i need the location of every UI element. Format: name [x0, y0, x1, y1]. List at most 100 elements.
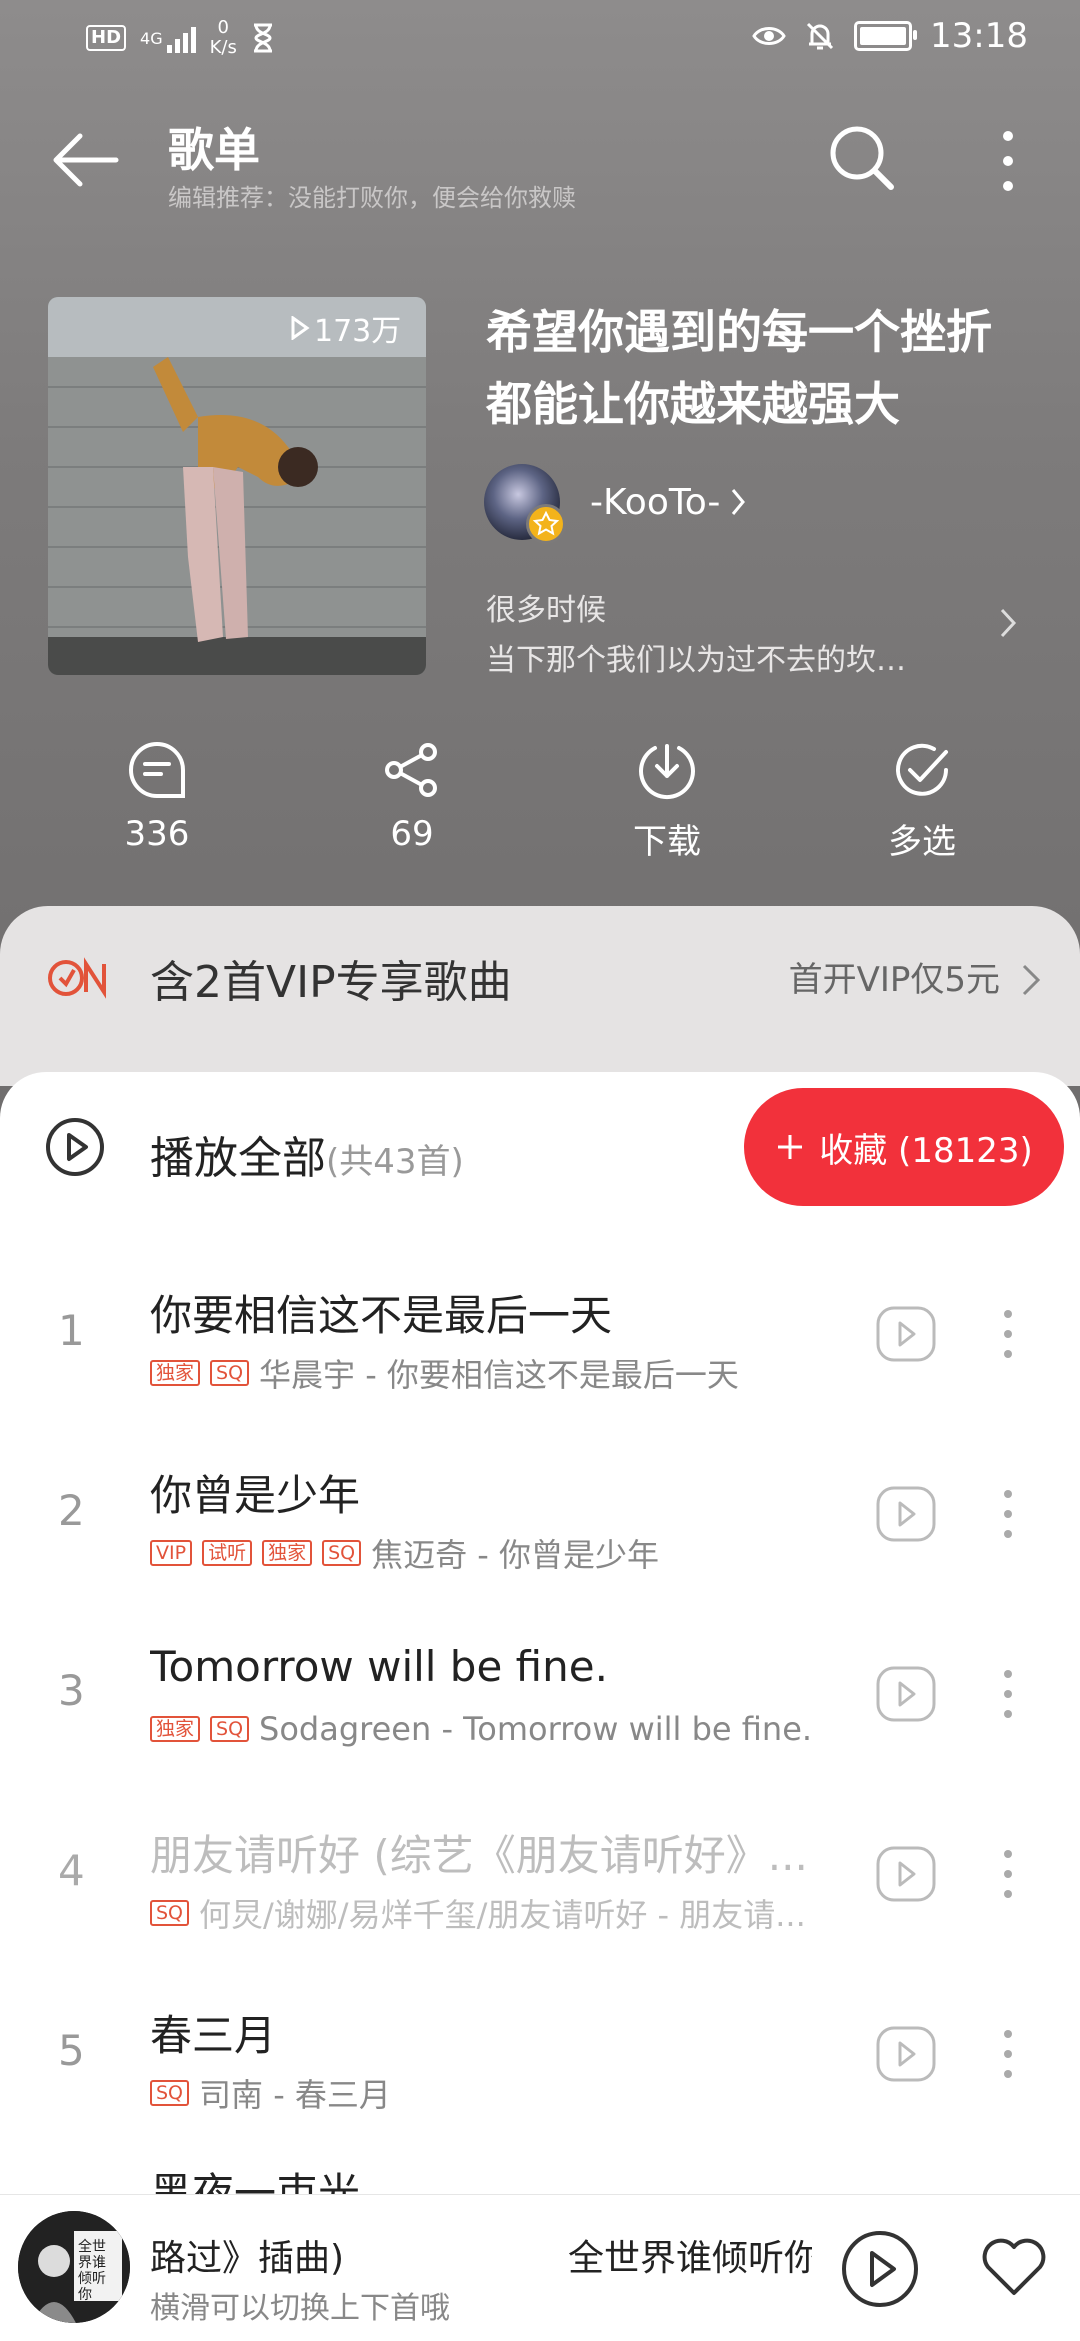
- mini-player-song-right: 全世界谁倾听你: [568, 2238, 812, 2279]
- multiselect-icon: [896, 743, 948, 796]
- exclusive-tag: 独家: [150, 1360, 201, 1386]
- heart-icon[interactable]: [978, 2231, 1050, 2303]
- star-badge-icon: [526, 504, 566, 544]
- song-artist: 焦迈奇 - 你曾是少年: [371, 1536, 660, 1574]
- page-title: 歌单: [168, 123, 260, 177]
- download-label: 下载: [633, 822, 701, 862]
- song-row[interactable]: 4 朋友请听好 (综艺《朋友请听好》... SQ 何炅/谢娜/易烊千玺/朋友请听…: [0, 1802, 1080, 1982]
- status-left: HD 4G 0 K/s: [86, 18, 275, 58]
- description-chevron-icon[interactable]: [996, 598, 1020, 648]
- mini-player-hint: 横滑可以切换上下首哦: [150, 2291, 450, 2326]
- signal-icon: [166, 23, 196, 53]
- song-row[interactable]: 5 春三月 SQ 司南 - 春三月: [0, 1982, 1080, 2162]
- mini-player-song-left: 路过》插曲): [150, 2238, 345, 2279]
- more-vertical-icon[interactable]: [998, 2026, 1018, 2082]
- net-speed: 0 K/s: [210, 18, 237, 58]
- chevron-right-icon: [732, 489, 746, 515]
- song-artist: 司南 - 春三月: [199, 2076, 391, 2114]
- search-icon[interactable]: [826, 122, 898, 194]
- song-title: Tomorrow will be fine.: [150, 1642, 608, 1691]
- exclusive-tag: 独家: [150, 1716, 201, 1742]
- song-artist: Sodagreen - Tomorrow will be fine.: [259, 1710, 813, 1748]
- song-row[interactable]: 1 你要相信这不是最后一天 独家 SQ 华晨宇 - 你要相信这不是最后一天: [0, 1262, 1080, 1442]
- play-count-icon: [291, 316, 310, 340]
- song-title: 朋友请听好 (综艺《朋友请听好》...: [150, 1831, 808, 1880]
- creator[interactable]: -KooTo-: [484, 464, 746, 544]
- comment-icon: [129, 741, 185, 798]
- status-right: 13:18: [752, 16, 1028, 56]
- sq-tag: SQ: [322, 1540, 362, 1566]
- more-vertical-icon[interactable]: [996, 126, 1020, 196]
- share-count: 69: [390, 814, 434, 854]
- vip-banner[interactable]: 含2首VIP专享歌曲 首开VIP仅5元: [0, 906, 1080, 1086]
- song-meta: 独家 SQ Sodagreen - Tomorrow will be fine.: [150, 1710, 840, 1748]
- share-icon: [385, 743, 437, 797]
- mute-bell-icon: [806, 22, 834, 50]
- playlist-cover[interactable]: [48, 297, 426, 675]
- avatar[interactable]: [484, 464, 566, 544]
- song-number: 3: [58, 1666, 85, 1715]
- more-vertical-icon[interactable]: [998, 1486, 1018, 1542]
- song-title: 你曾是少年: [150, 1471, 361, 1520]
- mini-player[interactable]: 全世界谁倾听你 路过》插曲) 全世界谁倾听你 横滑可以切换上下首哦: [0, 2194, 1080, 2341]
- sq-tag: SQ: [150, 1900, 190, 1926]
- song-meta: SQ 何炅/谢娜/易烊千玺/朋友请听好 - 朋友请...: [150, 1890, 840, 1936]
- clock: 13:18: [930, 16, 1028, 56]
- mini-player-cover[interactable]: 全世界谁倾听你: [18, 2211, 130, 2323]
- creator-name[interactable]: -KooTo-: [590, 482, 720, 523]
- hd-badge: HD: [86, 25, 127, 51]
- download-button[interactable]: 下载: [567, 740, 767, 863]
- more-vertical-icon[interactable]: [998, 1666, 1018, 1722]
- vip-text: 含2首VIP专享歌曲: [150, 957, 512, 1008]
- song-list-panel: 播放全部(共43首) 收藏 (18123) 1 你要相信这不是最后一天 独家 S…: [0, 1072, 1080, 2340]
- net-speed-value: 0: [217, 17, 229, 38]
- multiselect-button[interactable]: 多选: [822, 740, 1022, 863]
- play-all-label[interactable]: 播放全部(共43首): [150, 1122, 464, 1186]
- song-number: 5: [58, 2026, 85, 2075]
- collect-button[interactable]: 收藏 (18123): [744, 1088, 1064, 1206]
- play-icon[interactable]: [840, 2229, 920, 2309]
- eye-icon: [752, 27, 786, 45]
- play-circle-icon[interactable]: [44, 1116, 106, 1178]
- action-bar: 336 69 下载 多选: [0, 740, 1080, 870]
- song-meta: VIP 试听 独家 SQ 焦迈奇 - 你曾是少年: [150, 1530, 840, 1576]
- song-number: 2: [58, 1486, 85, 1535]
- play-video-icon[interactable]: [876, 1486, 936, 1542]
- song-number: 1: [58, 1306, 85, 1355]
- description-line-2: 当下那个我们以为过不去的坎…: [486, 643, 906, 678]
- play-video-icon[interactable]: [876, 1666, 936, 1722]
- song-artist: 何炅/谢娜/易烊千玺/朋友请听好 - 朋友请...: [199, 1896, 806, 1934]
- page-subtitle: 编辑推荐：没能打败你，便会给你救赎: [168, 184, 576, 212]
- sq-tag: SQ: [150, 2080, 190, 2106]
- network-label: 4G: [140, 28, 163, 48]
- multiselect-label: 多选: [888, 822, 956, 862]
- song-row[interactable]: 3 Tomorrow will be fine. 独家 SQ Sodagreen…: [0, 1622, 1080, 1802]
- song-meta: SQ 司南 - 春三月: [150, 2070, 840, 2116]
- playlist-description[interactable]: 很多时候 当下那个我们以为过不去的坎…: [486, 586, 906, 686]
- battery-icon: [854, 21, 918, 51]
- play-all-row[interactable]: 播放全部(共43首) 收藏 (18123): [0, 1072, 1080, 1222]
- more-vertical-icon[interactable]: [998, 1846, 1018, 1902]
- vip-offer-link[interactable]: 首开VIP仅5元: [789, 952, 1000, 1001]
- play-count-value: 173万: [314, 314, 402, 349]
- back-arrow-icon[interactable]: [50, 130, 120, 190]
- plus-icon: [778, 1135, 803, 1159]
- mini-cover-text: 全世界谁倾听你: [78, 2239, 106, 2303]
- song-row[interactable]: 2 你曾是少年 VIP 试听 独家 SQ 焦迈奇 - 你曾是少年: [0, 1442, 1080, 1622]
- comment-button[interactable]: 336: [57, 740, 257, 854]
- comment-count: 336: [124, 814, 190, 854]
- song-artist: 华晨宇 - 你要相信这不是最后一天: [259, 1356, 739, 1394]
- status-bar: HD 4G 0 K/s 13:18: [0, 0, 1080, 80]
- play-video-icon[interactable]: [876, 2026, 936, 2082]
- exclusive-tag: 独家: [262, 1540, 313, 1566]
- play-all-text: 播放全部: [150, 1133, 326, 1184]
- more-vertical-icon[interactable]: [998, 1306, 1018, 1362]
- share-button[interactable]: 69: [312, 740, 512, 854]
- play-video-icon[interactable]: [876, 1306, 936, 1362]
- title-bar: 歌单 编辑推荐：没能打败你，便会给你救赎: [0, 100, 1080, 220]
- playlist-title: 希望你遇到的每一个挫折都能让你越来越强大: [486, 305, 992, 431]
- play-video-icon[interactable]: [876, 1846, 936, 1902]
- cover-image: [48, 297, 426, 675]
- song-meta: 独家 SQ 华晨宇 - 你要相信这不是最后一天: [150, 1350, 840, 1396]
- chevron-right-icon: [1022, 964, 1041, 996]
